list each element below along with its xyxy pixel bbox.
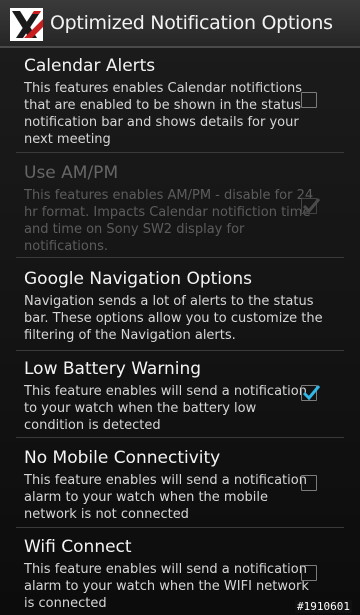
pref-title: Wifi Connect — [24, 537, 132, 557]
pref-summary: This feature enables will send a notific… — [24, 384, 307, 433]
use-ampm-checkbox — [301, 198, 321, 214]
pref-google-navigation[interactable]: Google Navigation Options Navigation sen… — [0, 258, 360, 350]
action-bar: Optimized Notification Options — [0, 0, 360, 48]
pref-title: Calendar Alerts — [24, 56, 156, 76]
pref-calendar-alerts[interactable]: Calendar Alerts This features enables Ca… — [0, 48, 360, 152]
app-title: Optimized Notification Options — [50, 12, 333, 34]
pref-no-mobile-connectivity[interactable]: No Mobile Connectivity This feature enab… — [0, 438, 360, 527]
watermark-text: #1910601 — [295, 600, 352, 613]
pref-title: No Mobile Connectivity — [24, 448, 221, 468]
no-mobile-connectivity-checkbox[interactable] — [301, 475, 317, 491]
pref-summary: Navigation sends a lot of alerts to the … — [24, 294, 323, 343]
pref-title: Use AM/PM — [24, 163, 119, 183]
preference-list[interactable]: Calendar Alerts This features enables Ca… — [0, 48, 360, 615]
pref-title: Low Battery Warning — [24, 359, 202, 379]
calendar-alerts-checkbox[interactable] — [301, 92, 317, 108]
check-icon — [302, 198, 321, 214]
pref-title: Google Navigation Options — [24, 269, 253, 289]
app-logo-icon[interactable] — [10, 8, 43, 41]
wifi-connect-checkbox[interactable] — [301, 565, 317, 581]
low-battery-checkbox[interactable] — [301, 385, 321, 401]
pref-summary: This features enables Calendar notificti… — [24, 81, 303, 147]
pref-summary: This features enables AM/PM - disable fo… — [24, 188, 314, 254]
pref-summary: This feature enables will send a notific… — [24, 473, 307, 522]
check-icon — [302, 385, 321, 401]
pref-use-ampm: Use AM/PM This features enables AM/PM - … — [0, 153, 360, 257]
pref-low-battery[interactable]: Low Battery Warning This feature enables… — [0, 351, 360, 437]
pref-summary: This feature enables will send a notific… — [24, 562, 309, 611]
